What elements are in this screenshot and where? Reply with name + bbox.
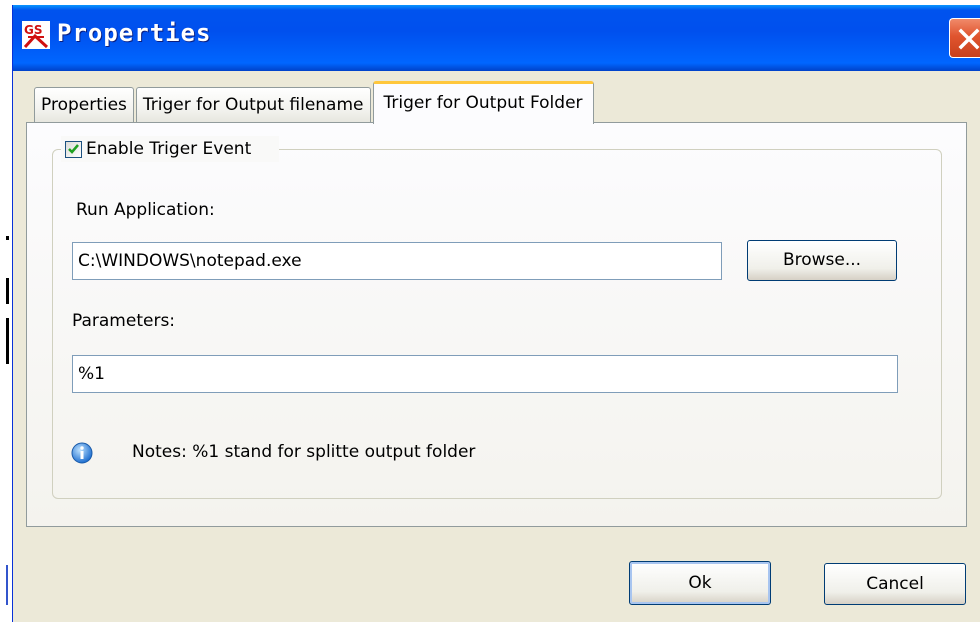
tab-triger-output-folder[interactable]: Triger for Output Folder	[372, 81, 594, 124]
tab-label: Properties	[41, 95, 127, 115]
tab-properties[interactable]: Properties	[34, 87, 134, 123]
browse-button[interactable]: Browse...	[747, 240, 897, 281]
tab-triger-output-filename[interactable]: Triger for Output filename	[135, 87, 371, 123]
enable-trigger-checkbox[interactable]	[65, 140, 82, 158]
tab-strip: Properties Triger for Output filename Tr…	[34, 79, 596, 124]
parameters-input[interactable]: %1	[72, 355, 898, 393]
desktop-edge-mark	[6, 318, 9, 364]
desktop-edge	[0, 0, 12, 622]
close-icon	[958, 28, 980, 50]
app-logo-icon: GS	[22, 21, 50, 49]
tab-panel-output-folder: Enable Triger Event Run Application: C:\…	[26, 122, 967, 527]
tab-label: Triger for Output Folder	[383, 93, 583, 113]
desktop-edge-mark	[6, 565, 8, 605]
svg-text:GS: GS	[24, 23, 43, 37]
ok-button[interactable]: Ok	[629, 561, 771, 605]
info-icon	[71, 442, 93, 464]
run-application-input[interactable]: C:\WINDOWS\notepad.exe	[72, 242, 722, 280]
dialog-client-area: Properties Triger for Output filename Tr…	[16, 71, 978, 619]
cancel-button[interactable]: Cancel	[824, 563, 966, 605]
parameters-label: Parameters:	[72, 311, 176, 331]
enable-trigger-label[interactable]: Enable Triger Event	[86, 139, 251, 159]
window-title: Properties	[57, 19, 212, 47]
desktop-edge-mark	[6, 236, 9, 240]
desktop-edge-mark	[6, 278, 9, 304]
checkmark-icon	[68, 143, 79, 154]
run-application-label: Run Application:	[76, 200, 215, 220]
notes-text: Notes: %1 stand for splitte output folde…	[132, 442, 476, 462]
title-bar[interactable]: GS Properties	[13, 5, 980, 71]
close-button[interactable]	[949, 18, 980, 58]
properties-dialog: GS Properties Properties Triger for Outp…	[12, 5, 980, 622]
group-legend: Enable Triger Event	[61, 136, 280, 162]
tab-label: Triger for Output filename	[142, 95, 364, 115]
trigger-groupbox: Enable Triger Event Run Application: C:\…	[52, 136, 942, 499]
